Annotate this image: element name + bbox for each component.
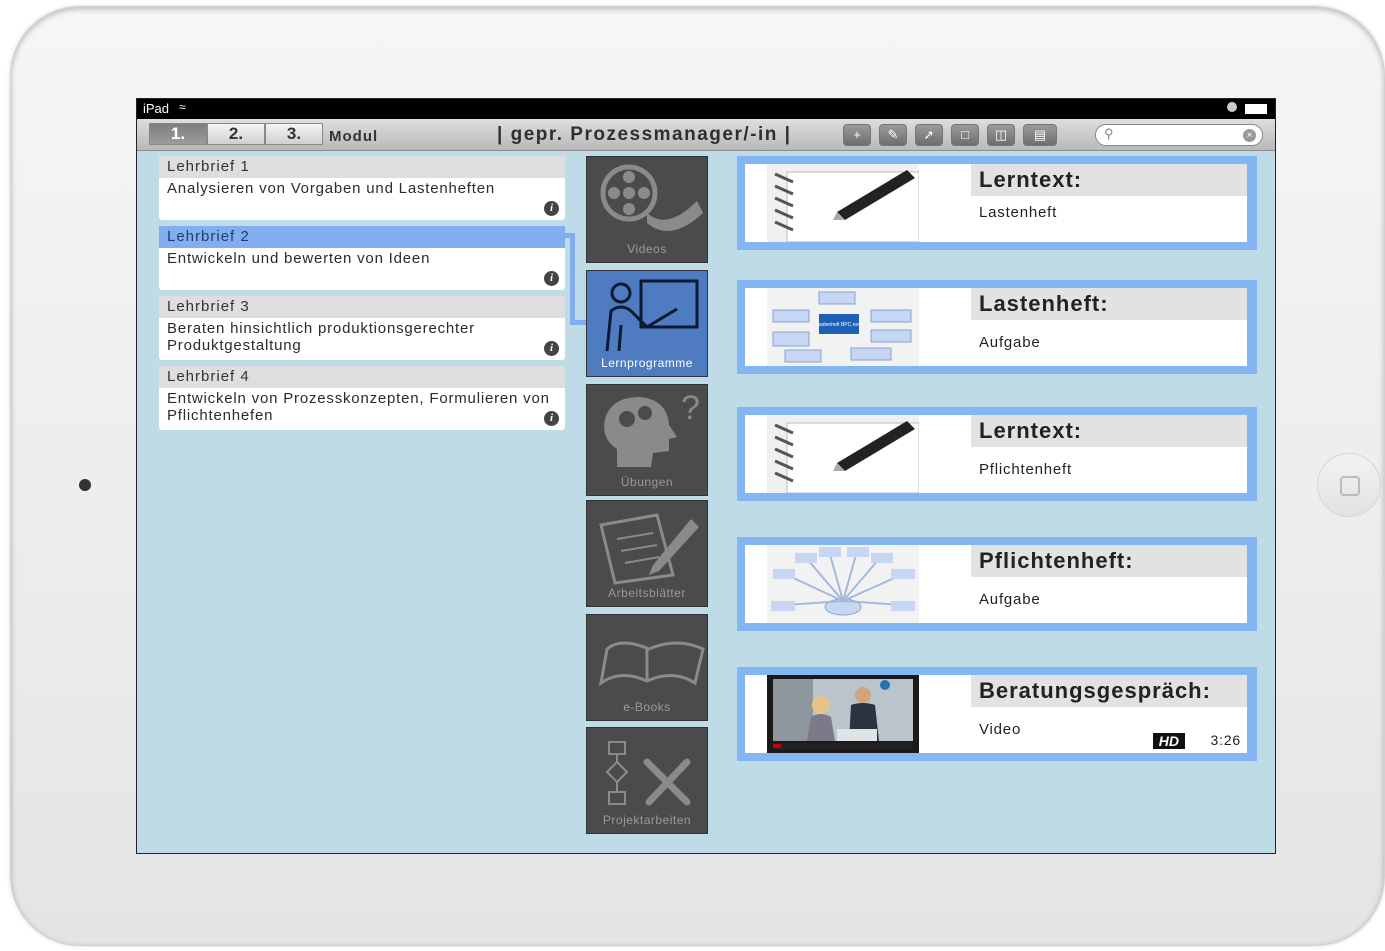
list-item-lehrbrief-3[interactable]: Lehrbrief 3 Beraten hinsichtlich produkt… bbox=[159, 296, 565, 360]
category-label: Lernprogramme bbox=[601, 356, 693, 370]
lehrbrief-title: Lehrbrief 3 bbox=[159, 296, 565, 318]
card-title: Beratungsgespräch: bbox=[971, 675, 1247, 707]
card-subtitle: Pflichtenheft bbox=[979, 461, 1072, 478]
lehrbrief-title: Lehrbrief 1 bbox=[159, 156, 565, 178]
category-videos[interactable]: Videos bbox=[586, 156, 708, 263]
flowchart-tools-icon bbox=[605, 741, 691, 806]
category-label: Übungen bbox=[620, 475, 674, 489]
toolbar: 1. 2. 3. Modul | gepr. Prozessmanager/-i… bbox=[137, 119, 1275, 151]
carrier-label: iPad bbox=[143, 101, 170, 116]
card-title: Lerntext: bbox=[971, 415, 1247, 447]
card-subtitle: Video bbox=[979, 721, 1022, 738]
home-button[interactable] bbox=[1317, 453, 1381, 517]
lehrbrief-text: Analysieren von Vorgaben und Lastenhefte… bbox=[167, 180, 496, 197]
info-icon[interactable]: i bbox=[544, 341, 559, 356]
search-icon: ⚲ bbox=[1104, 126, 1114, 141]
app-screen: iPad ≈ 1. 2. 3. Modul | gepr. Prozessman… bbox=[136, 98, 1276, 854]
radial-diagram-thumbnail bbox=[767, 545, 919, 623]
category-label: Arbeitsblätter bbox=[608, 586, 686, 600]
trash-icon[interactable]: ◫ bbox=[987, 124, 1015, 146]
camera-icon bbox=[79, 479, 91, 491]
category-label: e-Books bbox=[623, 700, 671, 714]
tab-1[interactable]: 1. bbox=[149, 123, 207, 145]
content-card-lastenheft-aufgabe[interactable]: Lastenheft BPC.new Lastenheft: Aufgabe bbox=[737, 280, 1257, 374]
diagram-thumbnail: Lastenheft BPC.new bbox=[767, 288, 919, 366]
list-item-lehrbrief-1[interactable]: Lehrbrief 1 Analysieren von Vorgaben und… bbox=[159, 156, 565, 220]
modul-label: Modul bbox=[329, 128, 379, 145]
clear-icon[interactable]: × bbox=[1243, 129, 1256, 142]
selection-connector bbox=[570, 320, 586, 325]
list-item-lehrbrief-2[interactable]: Lehrbrief 2 Entwickeln und bewerten von … bbox=[159, 226, 565, 290]
hd-badge: HD bbox=[1152, 733, 1185, 749]
content-card-lerntext-lastenheft[interactable]: Lerntext: Lastenheft bbox=[737, 156, 1257, 250]
folder-icon[interactable]: □ bbox=[951, 124, 979, 146]
lehrbrief-text: Beraten hinsichtlich produktionsgerechte… bbox=[167, 320, 475, 354]
battery-icon bbox=[1245, 104, 1267, 114]
selection-connector bbox=[570, 233, 575, 325]
lehrbrief-text: Entwickeln und bewerten von Ideen bbox=[167, 250, 431, 267]
tab-3[interactable]: 3. bbox=[265, 123, 323, 145]
content-card-lerntext-pflichtenheft[interactable]: Lerntext: Pflichtenheft bbox=[737, 407, 1257, 501]
share-icon[interactable]: ➚ bbox=[915, 124, 943, 146]
content-card-beratungsgespraech[interactable]: Beratungsgespräch: Video HD 3:26 bbox=[737, 667, 1257, 761]
category-arbeitsblaetter[interactable]: Arbeitsblätter bbox=[586, 500, 708, 607]
card-subtitle: Aufgabe bbox=[979, 334, 1041, 351]
category-projektarbeiten[interactable]: Projektarbeiten bbox=[586, 727, 708, 834]
open-book-icon bbox=[598, 641, 705, 687]
tab-2[interactable]: 2. bbox=[207, 123, 265, 145]
diagram-center-label: Lastenheft BPC.new bbox=[816, 322, 862, 328]
paper-pen-icon bbox=[599, 513, 699, 585]
info-icon[interactable]: i bbox=[544, 201, 559, 216]
info-icon[interactable]: i bbox=[544, 271, 559, 286]
list-item-lehrbrief-4[interactable]: Lehrbrief 4 Entwickeln von Prozesskonzep… bbox=[159, 366, 565, 430]
lehrbrief-text: Entwickeln von Prozesskonzepten, Formuli… bbox=[167, 390, 550, 424]
wifi-icon: ≈ bbox=[179, 100, 186, 114]
teacher-board-icon bbox=[605, 279, 699, 352]
card-title: Lerntext: bbox=[971, 164, 1247, 196]
card-subtitle: Aufgabe bbox=[979, 591, 1041, 608]
search-input[interactable]: ⚲ × bbox=[1095, 124, 1263, 146]
category-ebooks[interactable]: e-Books bbox=[586, 614, 708, 721]
notebook-thumbnail bbox=[767, 164, 919, 242]
card-title: Lastenheft: bbox=[971, 288, 1247, 320]
rotation-lock-icon bbox=[1227, 102, 1237, 112]
film-reel-icon bbox=[600, 164, 703, 231]
book-icon[interactable]: ▤ bbox=[1023, 124, 1057, 146]
video-duration: 3:26 bbox=[1210, 732, 1241, 748]
card-title: Pflichtenheft: bbox=[971, 545, 1247, 577]
lehrbrief-title: Lehrbrief 2 bbox=[159, 226, 565, 248]
category-label: Videos bbox=[627, 242, 667, 256]
notebook-thumbnail bbox=[767, 415, 919, 493]
category-lernprogramme[interactable]: Lernprogramme bbox=[586, 270, 708, 377]
status-bar: iPad ≈ bbox=[137, 99, 1275, 119]
page-title: | gepr. Prozessmanager/-in | bbox=[497, 124, 792, 145]
svg-text:?: ? bbox=[681, 389, 700, 427]
card-subtitle: Lastenheft bbox=[979, 204, 1058, 221]
content-card-pflichtenheft-aufgabe[interactable]: Pflichtenheft: Aufgabe bbox=[737, 537, 1257, 631]
head-gears-icon: ? bbox=[604, 389, 700, 467]
category-uebungen[interactable]: ? Übungen bbox=[586, 384, 708, 496]
info-icon[interactable]: i bbox=[544, 411, 559, 426]
video-thumbnail bbox=[767, 675, 919, 753]
lehrbrief-title: Lehrbrief 4 bbox=[159, 366, 565, 388]
add-icon[interactable]: + bbox=[843, 124, 871, 146]
category-label: Projektarbeiten bbox=[602, 813, 692, 827]
edit-icon[interactable]: ✎ bbox=[879, 124, 907, 146]
